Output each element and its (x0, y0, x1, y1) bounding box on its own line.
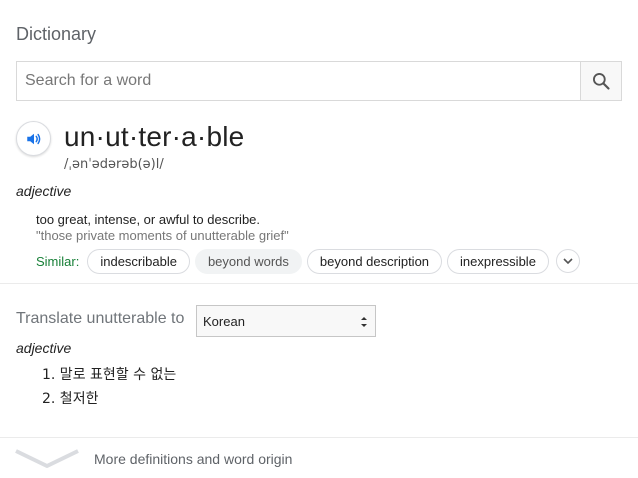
similar-words-row: Similar: indescribable beyond words beyo… (36, 248, 580, 274)
translation-part-of-speech: adjective (16, 340, 72, 356)
translation-item: 1. 말로 표현할 수 없는 (42, 367, 177, 383)
definition: too great, intense, or awful to describe… (36, 212, 261, 227)
search-icon (593, 73, 610, 90)
similar-chip[interactable]: indescribable (87, 248, 190, 274)
search-bar (16, 61, 622, 101)
translation-item: 2. 철저한 (42, 391, 99, 407)
translate-label: Translate unutterable to (16, 310, 185, 327)
phonetic-spelling: /ˌənˈədərəb(ə)l/ (64, 157, 164, 172)
headword: un·ut·ter·a·ble (64, 121, 245, 152)
more-definitions-link[interactable]: More definitions and word origin (0, 438, 638, 478)
similar-chip[interactable]: beyond words (194, 248, 302, 274)
language-select-value: Korean (203, 313, 245, 329)
similar-label: Similar: (36, 253, 80, 269)
chevron-down-icon (15, 449, 79, 468)
dictionary-title: Dictionary (16, 24, 97, 44)
search-button[interactable] (580, 62, 621, 100)
more-definitions-label: More definitions and word origin (94, 451, 293, 467)
pronunciation-button[interactable] (16, 121, 51, 156)
search-input[interactable] (17, 62, 580, 100)
similar-chip[interactable]: inexpressible (447, 248, 549, 274)
usage-example: "those private moments of unutterable gr… (36, 228, 289, 243)
select-arrows-icon (361, 317, 367, 327)
expand-similar-button[interactable] (555, 249, 580, 273)
part-of-speech: adjective (16, 183, 72, 199)
chevron-down-icon (563, 258, 573, 265)
translation-list: 1. 말로 표현할 수 없는 2. 철저한 (42, 366, 176, 414)
language-select[interactable]: Korean (196, 305, 376, 337)
section-divider (0, 283, 638, 284)
speaker-icon (26, 133, 40, 144)
similar-chip[interactable]: beyond description (306, 248, 443, 274)
